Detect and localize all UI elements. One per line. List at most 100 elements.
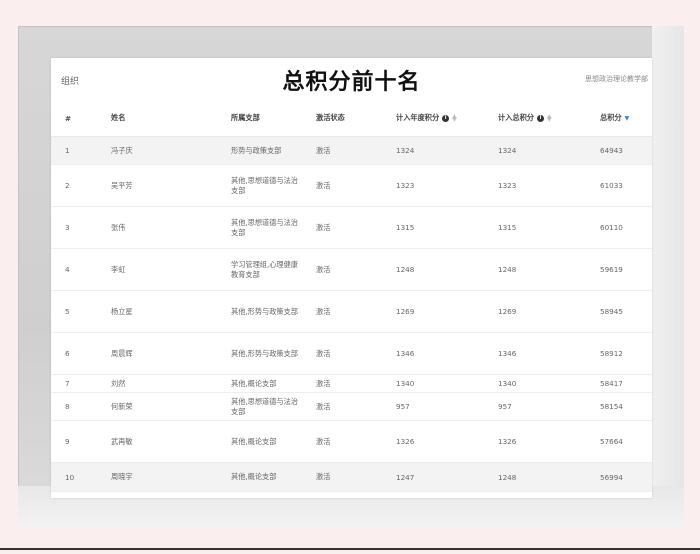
- column-score-label: 总积分: [600, 113, 622, 122]
- row-score: 61033: [600, 164, 652, 207]
- row-score: 58417: [600, 374, 652, 393]
- row-branch-text: 形势与政策支部: [231, 145, 282, 155]
- page-title: 总积分前十名: [282, 70, 421, 95]
- row-score: 58945: [600, 290, 652, 333]
- table-row[interactable]: 2 吴平芳 其他,思想道德与法治支部 激活 1323 1323 61033: [51, 164, 652, 207]
- row-index: 8: [51, 392, 111, 421]
- row-status: 激活: [316, 374, 396, 393]
- row-status: 激活: [316, 164, 396, 207]
- row-index: 2: [51, 164, 111, 207]
- row-index: 4: [51, 248, 111, 291]
- row-index: 6: [51, 332, 111, 375]
- ranking-table: # 姓名 所属支部 激活状态 计入年度积分 i ▲ ▼ 计入总积分 i ▲ ▼ 总积分 ▼ 1…: [51, 100, 652, 492]
- row-name: 李虹: [111, 248, 231, 291]
- row-index: 1: [51, 136, 111, 165]
- row-index: 7: [51, 374, 111, 393]
- column-total-points[interactable]: 计入总积分 i ▲ ▼: [498, 100, 600, 137]
- column-total-points-label: 计入总积分: [498, 113, 534, 122]
- table-row[interactable]: 6 周晨辉 其他,形势与政策支部 激活 1346 1346 58912: [51, 332, 652, 375]
- row-branch-text: 其他,思想道德与法治支部: [231, 396, 298, 416]
- column-score[interactable]: 总积分 ▼: [600, 100, 652, 137]
- row-year-points: 1323: [396, 164, 498, 207]
- divider: [0, 548, 700, 550]
- row-total-points: 1315: [498, 206, 600, 249]
- table-row[interactable]: 3 张伟 其他,思想道德与法治支部 激活 1315 1315 60110: [51, 206, 652, 249]
- column-year-points-label: 计入年度积分: [396, 113, 440, 122]
- row-branch: 其他,思想道德与法治支部: [231, 206, 316, 249]
- row-branch: 形势与政策支部: [231, 136, 316, 165]
- row-status: 激活: [316, 136, 396, 165]
- row-branch: 学习管理组,心理健康教育支部: [231, 248, 316, 291]
- row-total-points: 1324: [498, 136, 600, 165]
- row-name: 冯子庆: [111, 136, 231, 165]
- row-total-points: 957: [498, 392, 600, 421]
- row-score: 58154: [600, 392, 652, 421]
- row-status: 激活: [316, 206, 396, 249]
- table-row[interactable]: 4 李虹 学习管理组,心理健康教育支部 激活 1248 1248 59619: [51, 248, 652, 291]
- column-year-points[interactable]: 计入年度积分 i ▲ ▼: [396, 100, 498, 137]
- row-branch-text: 其他,概论支部: [231, 436, 277, 446]
- row-status: 激活: [316, 290, 396, 333]
- row-year-points: 1315: [396, 206, 498, 249]
- row-name: 张伟: [111, 206, 231, 249]
- row-status: 激活: [316, 462, 396, 492]
- row-name: 武再敏: [111, 420, 231, 463]
- row-year-points: 1324: [396, 136, 498, 165]
- row-branch: 其他,概论支部: [231, 462, 316, 492]
- row-total-points: 1326: [498, 420, 600, 463]
- row-score: 57664: [600, 420, 652, 463]
- row-score: 58912: [600, 332, 652, 375]
- row-score: 60110: [600, 206, 652, 249]
- table-row[interactable]: 10 周晓宇 其他,概论支部 激活 1247 1248 56994: [51, 462, 652, 492]
- row-branch: 其他,形势与政策支部: [231, 290, 316, 333]
- table-row[interactable]: 8 何新荣 其他,思想道德与法治支部 激活 957 957 58154: [51, 392, 652, 421]
- info-circle-icon[interactable]: i: [442, 114, 450, 122]
- row-branch: 其他,形势与政策支部: [231, 332, 316, 375]
- row-total-points: 1248: [498, 248, 600, 291]
- row-branch-text: 其他,概论支部: [231, 472, 277, 481]
- table-row[interactable]: 7 刘然 其他,概论支部 激活 1340 1340 58417: [51, 374, 652, 393]
- info-circle-icon[interactable]: i: [536, 114, 544, 122]
- row-year-points: 1248: [396, 248, 498, 291]
- row-branch-text: 其他,思想道德与法治支部: [231, 217, 298, 237]
- row-branch: 其他,概论支部: [231, 420, 316, 463]
- row-branch-text: 其他,思想道德与法治支部: [231, 175, 298, 195]
- row-branch-text: 其他,形势与政策支部: [231, 348, 298, 358]
- row-status: 激活: [316, 420, 396, 463]
- sort-arrows-icon[interactable]: ▲ ▼: [452, 114, 457, 123]
- row-total-points: 1269: [498, 290, 600, 333]
- row-branch: 其他,概论支部: [231, 374, 316, 393]
- row-name: 周晨辉: [111, 332, 231, 375]
- sort-arrows-icon[interactable]: ▲ ▼: [547, 114, 552, 123]
- table-row[interactable]: 9 武再敏 其他,概论支部 激活 1326 1326 57664: [51, 420, 652, 463]
- column-branch: 所属支部: [231, 100, 316, 137]
- sort-down-icon[interactable]: ▼: [625, 115, 630, 121]
- row-index: 9: [51, 420, 111, 463]
- row-year-points: 1346: [396, 332, 498, 375]
- row-status: 激活: [316, 392, 396, 421]
- row-status: 激活: [316, 332, 396, 375]
- row-score: 59619: [600, 248, 652, 291]
- row-year-points: 957: [396, 392, 498, 421]
- org-selector[interactable]: 思想政治理论教学部: [585, 74, 648, 84]
- row-year-points: 1340: [396, 374, 498, 393]
- table-row[interactable]: 5 杨立星 其他,形势与政策支部 激活 1269 1269 58945: [51, 290, 652, 333]
- row-name: 吴平芳: [111, 164, 231, 207]
- row-name: 周晓宇: [111, 462, 231, 492]
- row-index: 5: [51, 290, 111, 333]
- photo-frame-edge: [652, 26, 684, 528]
- row-year-points: 1247: [396, 462, 498, 492]
- table-row[interactable]: 1 冯子庆 形势与政策支部 激活 1324 1324 64943: [51, 136, 652, 165]
- row-branch: 其他,思想道德与法治支部: [231, 164, 316, 207]
- row-branch: 其他,思想道德与法治支部: [231, 392, 316, 421]
- column-name: 姓名: [111, 100, 231, 137]
- row-total-points: 1323: [498, 164, 600, 207]
- row-total-points: 1340: [498, 374, 600, 393]
- row-year-points: 1269: [396, 290, 498, 333]
- row-name: 刘然: [111, 374, 231, 393]
- row-total-points: 1346: [498, 332, 600, 375]
- row-year-points: 1326: [396, 420, 498, 463]
- row-name: 何新荣: [111, 392, 231, 421]
- row-index: 10: [51, 462, 111, 492]
- row-branch-text: 其他,概论支部: [231, 378, 277, 388]
